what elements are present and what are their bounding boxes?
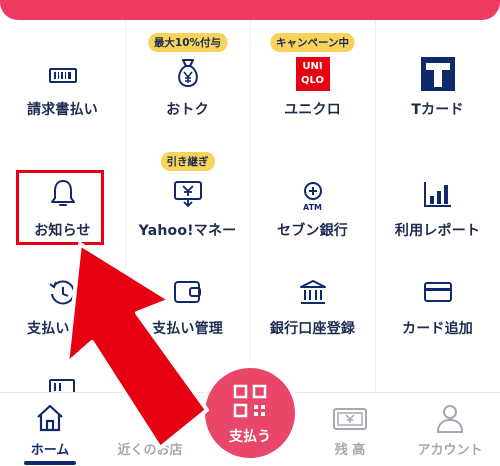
t-card-logo	[420, 57, 455, 91]
grid-item-uniqlo[interactable]: キャンペーン中 UNI QLO ユニクロ	[250, 20, 375, 150]
logo-text: UNI	[302, 61, 323, 72]
grid-item-label: Tカード	[411, 102, 464, 118]
grid-item-label: 利用レポート	[394, 223, 481, 239]
grid-item-yahoo-money[interactable]: 引き継ぎ Yahoo!マネー	[125, 150, 250, 270]
tab-label: 近くのお店	[117, 443, 183, 458]
grid-item-seven-bank[interactable]: ATM セブン銀行	[250, 150, 375, 270]
tab-label: 残 高	[334, 443, 366, 458]
annotation-highlight-box	[16, 170, 104, 245]
tab-label: アカウント	[417, 443, 483, 458]
grid-item-payment-management[interactable]: 支払い管理	[125, 270, 250, 370]
tab-balance[interactable]: 残 高	[300, 393, 400, 466]
logo-text: QLO	[300, 75, 325, 86]
active-tab-indicator	[24, 461, 76, 465]
bar-chart-icon	[423, 182, 451, 207]
user-icon	[436, 405, 464, 433]
money-bag-yen-icon	[177, 59, 198, 87]
atm-icon-text: ATM	[303, 203, 322, 212]
grid-item-label: Yahoo!マネー	[138, 223, 237, 239]
grid-item-label: 銀行口座登録	[269, 321, 356, 337]
grid-item-label: 支払い管理	[152, 321, 223, 337]
home-icon	[37, 404, 63, 432]
promo-badge: 最大10%付与	[147, 33, 228, 52]
tab-account[interactable]: アカウント	[400, 393, 500, 466]
qr-code-icon	[233, 384, 267, 418]
pay-button-label: 支払う	[229, 429, 271, 445]
history-clock-icon	[48, 280, 75, 305]
uniqlo-logo: UNI QLO	[295, 57, 330, 91]
bank-icon	[299, 280, 326, 304]
grid-item-label: セブン銀行	[277, 223, 348, 239]
transfer-badge: 引き継ぎ	[160, 152, 215, 171]
grid-item-payment-history[interactable]: 支払い履歴	[0, 270, 125, 370]
grid-item-tcard[interactable]: Tカード	[375, 20, 500, 150]
grid-item-label: ユニクロ	[284, 102, 341, 118]
wallet-icon	[173, 281, 201, 303]
grid-item-label: 支払い履歴	[27, 321, 98, 337]
atm-icon	[303, 182, 322, 200]
credit-card-icon	[423, 282, 452, 302]
grid-item-label: カード追加	[402, 321, 473, 337]
partial-grid-icon	[49, 379, 75, 392]
grid-item-add-card[interactable]: カード追加	[375, 270, 500, 370]
pay-button[interactable]: 支払う	[205, 368, 295, 458]
grid-item-bill-payment[interactable]: 請求書払い	[0, 20, 125, 150]
bill-scan-icon	[48, 68, 77, 83]
campaign-badge: キャンペーン中	[270, 33, 355, 52]
grid-item-bank-account[interactable]: 銀行口座登録	[250, 270, 375, 370]
grid-item-label: おトク	[166, 102, 209, 118]
tab-label: ホーム	[30, 443, 70, 458]
grid-item-otoku[interactable]: 最大10%付与 おトク	[125, 20, 250, 150]
yahoo-money-icon	[173, 181, 202, 208]
tab-nearby-stores[interactable]: 近くのお店	[100, 393, 200, 466]
grid-item-usage-report[interactable]: 利用レポート	[375, 150, 500, 270]
banknote-yen-icon	[333, 408, 367, 430]
map-pin-icon	[138, 403, 162, 434]
grid-item-label: 請求書払い	[27, 102, 98, 118]
tab-home[interactable]: ホーム	[0, 393, 100, 466]
top-header-bar	[0, 0, 500, 20]
